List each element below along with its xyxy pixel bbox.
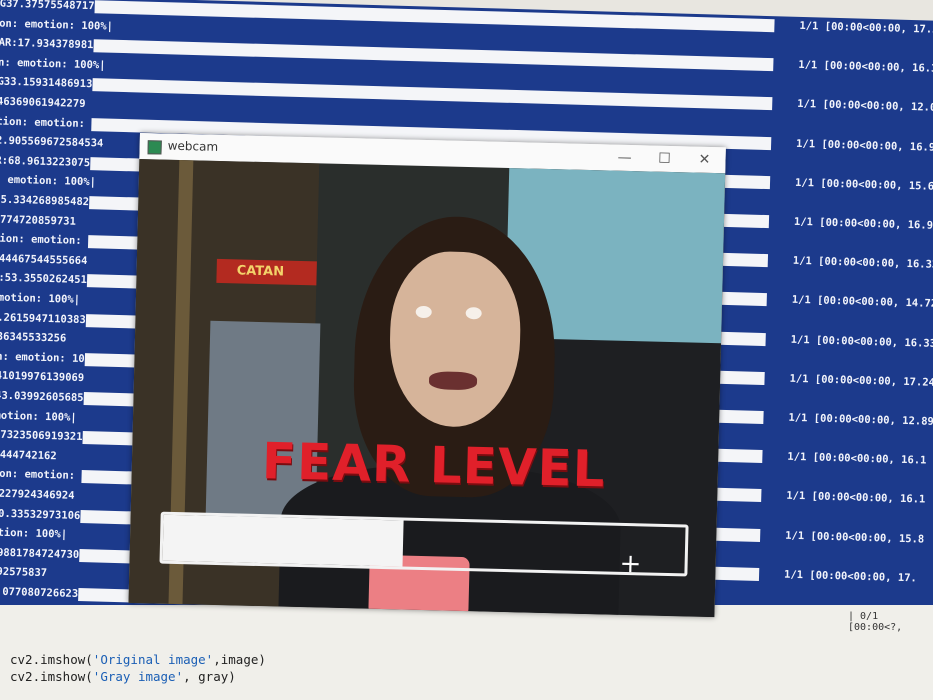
terminal-line-left: .44467544555664 xyxy=(0,252,88,267)
fear-level-label: FEAR LEVEL xyxy=(261,432,607,499)
terminal-line-left: 94444742162 xyxy=(0,448,57,463)
window-app-icon xyxy=(147,140,162,155)
maximize-button[interactable]: ☐ xyxy=(649,148,679,169)
terminal-line-left: 2.90556967258453​4 xyxy=(0,134,104,150)
code-line-2: cv2.imshow('Gray image', gray) xyxy=(10,669,236,684)
terminal-line-left: 4774720859731 xyxy=(0,213,77,228)
terminal-output: G37.37575548717661 1/1 [00:00<00:00, 17.5… xyxy=(0,0,933,623)
crosshair-cursor-icon: + xyxy=(619,548,642,580)
webcam-feed: CATAN FEAR LEVEL + xyxy=(128,158,726,618)
terminal-line-left: emotion: 100%| xyxy=(0,408,77,424)
code-line-1: cv2.imshow('Original image',image) xyxy=(10,652,266,667)
mouth xyxy=(428,371,478,391)
catan-box: CATAN xyxy=(216,258,317,286)
terminal-line-left: 8.73235069193219 xyxy=(0,428,89,444)
fear-level-fill xyxy=(162,514,404,567)
terminal-line-left: 7992575837 xyxy=(0,565,48,580)
minimize-button[interactable]: — xyxy=(609,147,639,168)
code-editor[interactable]: cv2.imshow('Original image',image) cv2.i… xyxy=(0,605,933,700)
terminal-line-left: 35.33426898548286 xyxy=(0,193,102,209)
terminal-line-left: 0.9881784724730​24 xyxy=(0,546,93,562)
terminal-line-left: 041019976139069 xyxy=(0,369,85,385)
window-title: webcam xyxy=(167,138,219,154)
terminal-line-left: 7.261594711038306 xyxy=(0,311,99,327)
webcam-window[interactable]: webcam — ☐ ✕ CATAN FEAR LEVEL + xyxy=(128,133,726,618)
terminal-line-left: emotion: 100%| xyxy=(0,291,81,306)
terminal-line-left: : emotion: 100%| xyxy=(0,173,97,189)
terminal-line-left: 136345533256 xyxy=(0,330,67,345)
close-button[interactable]: ✕ xyxy=(689,149,719,170)
terminal-line-left: 46369061942279 xyxy=(0,95,86,110)
terminal-line-left: motion: 100%| xyxy=(0,526,68,541)
progress-tail-text: | 0/1 [00:00<?, xyxy=(848,611,903,633)
terminal-line-left: 79227924346924 xyxy=(0,487,75,502)
